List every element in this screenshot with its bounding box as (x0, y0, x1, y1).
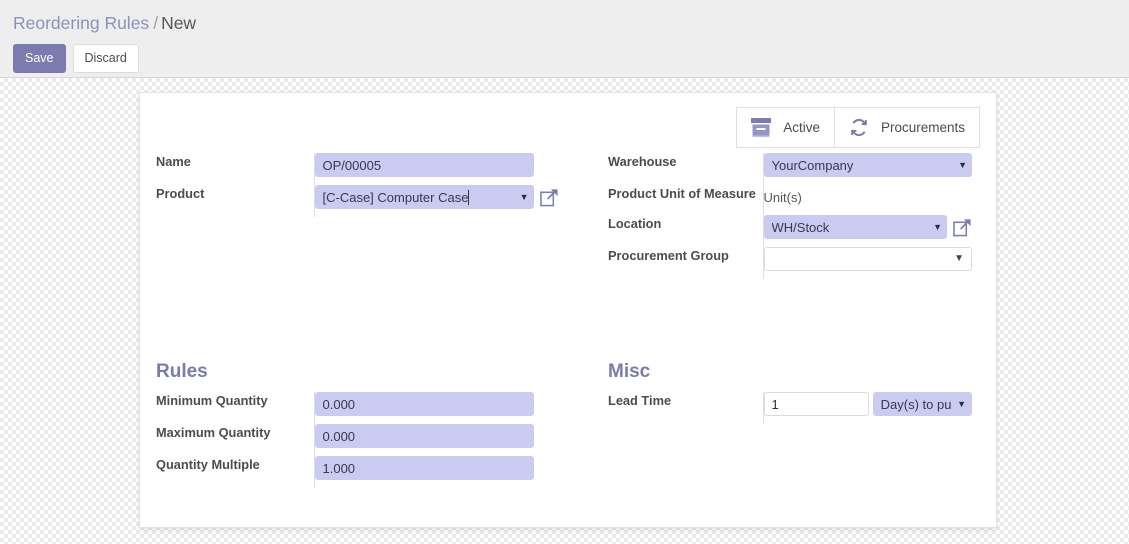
form-column-right: Warehouse YourCompany ▼ Product Unit of … (568, 153, 980, 279)
refresh-sync-icon (848, 117, 870, 138)
lead-time-input[interactable]: 1 (763, 392, 869, 416)
discard-button[interactable]: Discard (72, 44, 139, 73)
quantity-multiple-value: 1.000 (322, 460, 356, 476)
label-procurement-group: Procurement Group (608, 248, 729, 263)
field-row-location: Location WH/Stock ▼ (608, 215, 972, 247)
lead-time-unit-select[interactable]: Day(s) to purchase ▼ (872, 392, 972, 416)
form-upper: Name OP/00005 Product [C-Case] Computer … (140, 153, 996, 279)
label-location: Location (608, 216, 662, 231)
warehouse-select[interactable]: YourCompany ▼ (763, 153, 972, 177)
label-lead-time: Lead Time (608, 393, 672, 408)
field-row-qty-multiple: Quantity Multiple 1.000 (156, 456, 560, 488)
label-quantity-multiple: Quantity Multiple (156, 457, 260, 472)
chevron-down-icon[interactable]: ▼ (520, 192, 529, 202)
lead-time-value: 1 (771, 396, 779, 412)
group-misc: Misc Lead Time 1 Day(s) to purcha (568, 361, 980, 488)
field-row-warehouse: Warehouse YourCompany ▼ (608, 153, 972, 185)
location-select-value: WH/Stock (771, 219, 830, 235)
chevron-down-icon[interactable]: ▼ (954, 254, 964, 264)
warehouse-select-value: YourCompany (771, 157, 854, 173)
field-row-lead-time: Lead Time 1 Day(s) to purchase ▼ (608, 392, 972, 424)
lead-time-unit-value: Day(s) to purchase (880, 396, 952, 412)
label-warehouse: Warehouse (608, 154, 677, 169)
form-sheet: Active Procurements Name OP/00005 Produc… (139, 92, 997, 528)
field-row-name: Name OP/00005 (156, 153, 560, 185)
breadcrumb: Reordering Rules / New (13, 10, 1129, 34)
action-buttons: Save Discard (13, 44, 1129, 73)
content-area: Active Procurements Name OP/00005 Produc… (0, 78, 1129, 544)
archive-box-icon (750, 117, 772, 138)
label-minimum-quantity: Minimum Quantity (156, 393, 268, 408)
breadcrumb-root-link[interactable]: Reordering Rules (13, 13, 149, 33)
name-input-value: OP/00005 (322, 157, 382, 173)
rules-group-title: Rules (156, 361, 208, 382)
location-external-link-icon[interactable] (953, 218, 972, 237)
product-uom-value: Unit(s) (763, 190, 802, 205)
label-product-uom: Product Unit of Measure (608, 186, 756, 201)
breadcrumb-current: New (161, 13, 197, 33)
product-input[interactable]: [C-Case] Computer Case ▼ (314, 185, 534, 209)
form-column-left: Name OP/00005 Product [C-Case] Computer … (156, 153, 568, 279)
form-lower: Rules Minimum Quantity 0.000 Maximum Qua (140, 361, 996, 488)
field-row-procurement-group: Procurement Group ▼ (608, 247, 972, 279)
quantity-multiple-input[interactable]: 1.000 (314, 456, 534, 480)
location-select[interactable]: WH/Stock ▼ (763, 215, 947, 239)
stat-button-active-label: Active (783, 120, 820, 135)
group-rules: Rules Minimum Quantity 0.000 Maximum Qua (156, 361, 568, 488)
stat-button-procurements-label: Procurements (880, 120, 965, 135)
field-row-product: Product [C-Case] Computer Case ▼ (156, 185, 560, 217)
breadcrumb-separator: / (153, 13, 159, 33)
procurement-group-select[interactable]: ▼ (763, 247, 972, 271)
control-panel: Reordering Rules / New Save Discard (0, 0, 1129, 78)
chevron-down-icon[interactable]: ▼ (957, 399, 966, 409)
field-row-max-qty: Maximum Quantity 0.000 (156, 424, 560, 456)
product-external-link-icon[interactable] (539, 188, 559, 207)
text-cursor (468, 189, 470, 205)
save-button[interactable]: Save (13, 44, 66, 73)
field-row-min-qty: Minimum Quantity 0.000 (156, 392, 560, 424)
minimum-quantity-input[interactable]: 0.000 (314, 392, 534, 416)
chevron-down-icon[interactable]: ▼ (958, 160, 967, 170)
name-input[interactable]: OP/00005 (314, 153, 534, 177)
label-maximum-quantity: Maximum Quantity (156, 425, 271, 440)
maximum-quantity-input[interactable]: 0.000 (314, 424, 534, 448)
misc-group-title: Misc (608, 361, 651, 382)
chevron-down-icon[interactable]: ▼ (933, 222, 942, 232)
stat-button-active[interactable]: Active (736, 107, 835, 148)
label-product: Product (156, 186, 205, 201)
stat-button-box: Active Procurements (736, 107, 980, 148)
label-name: Name (156, 154, 191, 169)
minimum-quantity-value: 0.000 (322, 396, 356, 412)
field-row-uom: Product Unit of Measure Unit(s) (608, 185, 972, 215)
product-input-value: [C-Case] Computer Case (322, 189, 469, 205)
maximum-quantity-value: 0.000 (322, 428, 356, 444)
stat-button-procurements[interactable]: Procurements (834, 107, 980, 148)
